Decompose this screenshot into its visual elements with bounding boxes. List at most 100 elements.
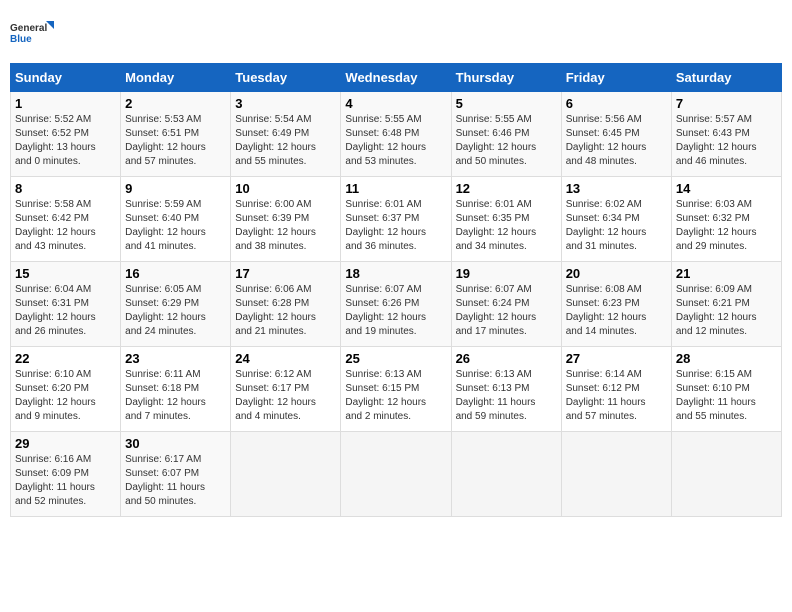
calendar-cell: 11 Sunrise: 6:01 AM Sunset: 6:37 PM Dayli… — [341, 177, 451, 262]
day-info: Sunrise: 5:55 AM Sunset: 6:48 PM Dayligh… — [345, 113, 446, 169]
day-info: Sunrise: 5:54 AM Sunset: 6:49 PM Dayligh… — [235, 113, 336, 169]
calendar-cell: 24Sunrise: 6:12 AM Sunset: 6:17 PM Dayli… — [231, 347, 341, 432]
calendar-cell: 18 Sunrise: 6:07 AM Sunset: 6:26 PM Dayli… — [341, 262, 451, 347]
calendar-cell: 7 Sunrise: 5:57 AM Sunset: 6:43 PM Daylig… — [671, 92, 781, 177]
calendar-table: SundayMondayTuesdayWednesdayThursdayFrid… — [10, 63, 782, 517]
week-row-3: 15Sunrise: 6:04 AM Sunset: 6:31 PM Dayli… — [11, 262, 782, 347]
calendar-cell: 5 Sunrise: 5:55 AM Sunset: 6:46 PM Daylig… — [451, 92, 561, 177]
day-number: 22 — [15, 351, 116, 366]
day-info: Sunrise: 6:17 AM Sunset: 6:07 PM Dayligh… — [125, 453, 226, 509]
header-thursday: Thursday — [451, 64, 561, 92]
calendar-cell: 10 Sunrise: 6:00 AM Sunset: 6:39 PM Dayli… — [231, 177, 341, 262]
week-row-1: 1 Sunrise: 5:52 AM Sunset: 6:52 PM Daylig… — [11, 92, 782, 177]
calendar-cell — [671, 432, 781, 517]
day-info: Sunrise: 6:02 AM Sunset: 6:34 PM Dayligh… — [566, 198, 667, 254]
day-number: 10 — [235, 181, 336, 196]
day-info: Sunrise: 6:01 AM Sunset: 6:37 PM Dayligh… — [345, 198, 446, 254]
calendar-cell: 25 Sunrise: 6:13 AM Sunset: 6:15 PM Dayli… — [341, 347, 451, 432]
calendar-cell: 16 Sunrise: 6:05 AM Sunset: 6:29 PM Dayli… — [121, 262, 231, 347]
day-info: Sunrise: 6:07 AM Sunset: 6:24 PM Dayligh… — [456, 283, 557, 339]
calendar-header-row: SundayMondayTuesdayWednesdayThursdayFrid… — [11, 64, 782, 92]
day-number: 7 — [676, 96, 777, 111]
day-info: Sunrise: 5:52 AM Sunset: 6:52 PM Dayligh… — [15, 113, 116, 169]
day-info: Sunrise: 5:58 AM Sunset: 6:42 PM Dayligh… — [15, 198, 116, 254]
day-number: 18 — [345, 266, 446, 281]
calendar-cell: 17 Sunrise: 6:06 AM Sunset: 6:28 PM Dayli… — [231, 262, 341, 347]
calendar-cell — [561, 432, 671, 517]
day-info: Sunrise: 6:11 AM Sunset: 6:18 PM Dayligh… — [125, 368, 226, 424]
header-sunday: Sunday — [11, 64, 121, 92]
calendar-cell: 29 Sunrise: 6:16 AM Sunset: 6:09 PM Dayli… — [11, 432, 121, 517]
week-row-5: 29 Sunrise: 6:16 AM Sunset: 6:09 PM Dayli… — [11, 432, 782, 517]
calendar-cell — [451, 432, 561, 517]
day-number: 11 — [345, 181, 446, 196]
calendar-cell: 6 Sunrise: 5:56 AM Sunset: 6:45 PM Daylig… — [561, 92, 671, 177]
day-number: 25 — [345, 351, 446, 366]
day-number: 16 — [125, 266, 226, 281]
calendar-cell: 28Sunrise: 6:15 AM Sunset: 6:10 PM Dayli… — [671, 347, 781, 432]
page-header: General Blue — [10, 10, 782, 55]
calendar-cell: 30 Sunrise: 6:17 AM Sunset: 6:07 PM Dayli… — [121, 432, 231, 517]
header-tuesday: Tuesday — [231, 64, 341, 92]
day-number: 28 — [676, 351, 777, 366]
day-info: Sunrise: 6:05 AM Sunset: 6:29 PM Dayligh… — [125, 283, 226, 339]
day-number: 13 — [566, 181, 667, 196]
day-info: Sunrise: 6:01 AM Sunset: 6:35 PM Dayligh… — [456, 198, 557, 254]
day-number: 2 — [125, 96, 226, 111]
day-number: 4 — [345, 96, 446, 111]
day-number: 21 — [676, 266, 777, 281]
day-info: Sunrise: 6:09 AM Sunset: 6:21 PM Dayligh… — [676, 283, 777, 339]
day-number: 19 — [456, 266, 557, 281]
day-info: Sunrise: 5:57 AM Sunset: 6:43 PM Dayligh… — [676, 113, 777, 169]
day-number: 5 — [456, 96, 557, 111]
header-monday: Monday — [121, 64, 231, 92]
calendar-cell: 15Sunrise: 6:04 AM Sunset: 6:31 PM Dayli… — [11, 262, 121, 347]
calendar-cell: 3 Sunrise: 5:54 AM Sunset: 6:49 PM Daylig… — [231, 92, 341, 177]
day-info: Sunrise: 6:13 AM Sunset: 6:13 PM Dayligh… — [456, 368, 557, 424]
day-number: 8 — [15, 181, 116, 196]
day-info: Sunrise: 6:00 AM Sunset: 6:39 PM Dayligh… — [235, 198, 336, 254]
calendar-cell — [341, 432, 451, 517]
header-saturday: Saturday — [671, 64, 781, 92]
day-info: Sunrise: 5:59 AM Sunset: 6:40 PM Dayligh… — [125, 198, 226, 254]
svg-text:General: General — [10, 23, 47, 34]
calendar-cell: 8 Sunrise: 5:58 AM Sunset: 6:42 PM Daylig… — [11, 177, 121, 262]
day-number: 12 — [456, 181, 557, 196]
day-info: Sunrise: 6:10 AM Sunset: 6:20 PM Dayligh… — [15, 368, 116, 424]
week-row-4: 22 Sunrise: 6:10 AM Sunset: 6:20 PM Dayli… — [11, 347, 782, 432]
calendar-cell: 1 Sunrise: 5:52 AM Sunset: 6:52 PM Daylig… — [11, 92, 121, 177]
calendar-cell: 27Sunrise: 6:14 AM Sunset: 6:12 PM Dayli… — [561, 347, 671, 432]
day-number: 17 — [235, 266, 336, 281]
day-info: Sunrise: 6:12 AM Sunset: 6:17 PM Dayligh… — [235, 368, 336, 424]
calendar-cell: 9Sunrise: 5:59 AM Sunset: 6:40 PM Daylig… — [121, 177, 231, 262]
day-info: Sunrise: 6:08 AM Sunset: 6:23 PM Dayligh… — [566, 283, 667, 339]
day-info: Sunrise: 6:04 AM Sunset: 6:31 PM Dayligh… — [15, 283, 116, 339]
calendar-cell: 2Sunrise: 5:53 AM Sunset: 6:51 PM Daylig… — [121, 92, 231, 177]
logo-svg: General Blue — [10, 10, 55, 55]
day-info: Sunrise: 6:16 AM Sunset: 6:09 PM Dayligh… — [15, 453, 116, 509]
calendar-cell: 23 Sunrise: 6:11 AM Sunset: 6:18 PM Dayli… — [121, 347, 231, 432]
day-info: Sunrise: 6:03 AM Sunset: 6:32 PM Dayligh… — [676, 198, 777, 254]
calendar-cell: 20Sunrise: 6:08 AM Sunset: 6:23 PM Dayli… — [561, 262, 671, 347]
calendar-cell: 22 Sunrise: 6:10 AM Sunset: 6:20 PM Dayli… — [11, 347, 121, 432]
day-number: 29 — [15, 436, 116, 451]
calendar-cell: 19 Sunrise: 6:07 AM Sunset: 6:24 PM Dayli… — [451, 262, 561, 347]
week-row-2: 8 Sunrise: 5:58 AM Sunset: 6:42 PM Daylig… — [11, 177, 782, 262]
day-number: 6 — [566, 96, 667, 111]
day-info: Sunrise: 6:06 AM Sunset: 6:28 PM Dayligh… — [235, 283, 336, 339]
day-number: 27 — [566, 351, 667, 366]
calendar-cell: 4 Sunrise: 5:55 AM Sunset: 6:48 PM Daylig… — [341, 92, 451, 177]
day-number: 1 — [15, 96, 116, 111]
day-number: 23 — [125, 351, 226, 366]
svg-text:Blue: Blue — [10, 34, 32, 45]
day-info: Sunrise: 6:07 AM Sunset: 6:26 PM Dayligh… — [345, 283, 446, 339]
day-info: Sunrise: 5:56 AM Sunset: 6:45 PM Dayligh… — [566, 113, 667, 169]
day-number: 3 — [235, 96, 336, 111]
day-number: 30 — [125, 436, 226, 451]
day-number: 26 — [456, 351, 557, 366]
calendar-cell: 12 Sunrise: 6:01 AM Sunset: 6:35 PM Dayli… — [451, 177, 561, 262]
day-info: Sunrise: 5:55 AM Sunset: 6:46 PM Dayligh… — [456, 113, 557, 169]
day-info: Sunrise: 6:13 AM Sunset: 6:15 PM Dayligh… — [345, 368, 446, 424]
calendar-cell: 26 Sunrise: 6:13 AM Sunset: 6:13 PM Dayli… — [451, 347, 561, 432]
calendar-cell — [231, 432, 341, 517]
